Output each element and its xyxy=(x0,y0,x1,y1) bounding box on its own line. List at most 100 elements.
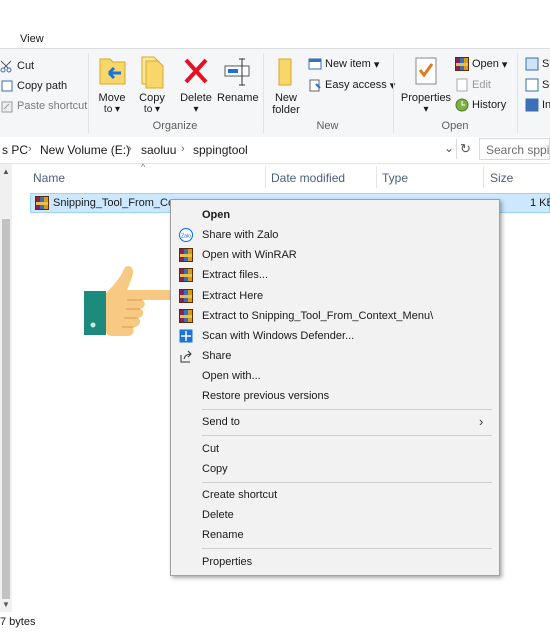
easy-access-label: Easy access xyxy=(325,79,387,91)
ribbon: Cut Copy path Paste shortcut Move to ▾ C… xyxy=(0,48,550,138)
copy-to-label: Copy xyxy=(139,92,165,104)
menu-item-label: Properties xyxy=(202,556,253,568)
copy-to-icon xyxy=(141,56,164,89)
copy-path-icon xyxy=(0,79,14,93)
delete-button[interactable]: Delete ▾ xyxy=(178,55,214,116)
sort-ascending-icon: ^ xyxy=(141,162,146,172)
group-separator xyxy=(263,53,264,133)
edit-label: Edit xyxy=(472,79,491,91)
new-folder-button[interactable]: New folder xyxy=(268,55,304,116)
menu-item-rename[interactable]: Rename xyxy=(171,525,499,545)
menu-item-restore-previous-versions[interactable]: Restore previous versions xyxy=(171,386,499,406)
menu-item-share[interactable]: Share xyxy=(171,346,499,366)
new-item-icon xyxy=(308,57,322,71)
invert-selection-icon xyxy=(525,98,539,112)
group-separator xyxy=(88,53,89,133)
properties-button[interactable]: Properties ▾ xyxy=(398,55,454,116)
history-button[interactable]: History xyxy=(455,96,506,114)
cut-button[interactable]: Cut xyxy=(0,57,34,75)
menu-item-open-with-winrar[interactable]: Open with WinRAR xyxy=(171,245,499,265)
column-divider[interactable] xyxy=(376,166,377,188)
menu-separator xyxy=(202,435,492,436)
select-all-button[interactable]: Se xyxy=(525,55,550,73)
breadcrumb-volume[interactable]: New Volume (E:) xyxy=(40,143,130,157)
menu-item-label: Create shortcut xyxy=(202,489,278,501)
paste-shortcut-icon xyxy=(0,99,14,113)
open-label: Open xyxy=(472,58,499,70)
navigation-pane-scrollbar[interactable]: ▲ ▼ xyxy=(0,164,12,612)
search-box[interactable]: Search sppin xyxy=(479,138,550,160)
chevron-right-icon: › xyxy=(128,143,132,155)
address-dropdown-icon[interactable]: ⌄ xyxy=(444,141,454,155)
address-bar[interactable]: s PC › New Volume (E:) › saoluu › spping… xyxy=(0,137,550,164)
defender-icon xyxy=(179,329,193,343)
menu-item-label: Send to xyxy=(202,416,240,428)
new-folder-label: New xyxy=(274,92,297,104)
invert-selection-button[interactable]: In xyxy=(525,96,550,114)
menu-item-delete[interactable]: Delete xyxy=(171,505,499,525)
menu-item-properties[interactable]: Properties xyxy=(171,552,499,572)
new-folder-icon xyxy=(278,58,292,86)
share-icon xyxy=(179,349,193,363)
open-button[interactable]: Open ▾ xyxy=(455,55,507,73)
menu-item-label: Share with Zalo xyxy=(202,229,279,241)
refresh-icon[interactable]: ↻ xyxy=(460,141,471,157)
column-type[interactable]: Type xyxy=(382,171,408,185)
column-divider[interactable] xyxy=(483,166,484,188)
breadcrumb-this-pc[interactable]: s PC xyxy=(2,143,28,157)
menu-item-label: Open with... xyxy=(202,370,261,382)
move-to-button[interactable]: Move to ▾ xyxy=(95,55,129,116)
select-none-button[interactable]: Se xyxy=(525,76,550,94)
paste-shortcut-button[interactable]: Paste shortcut xyxy=(0,97,87,115)
easy-access-button[interactable]: Easy access▾ xyxy=(308,76,395,94)
group-separator xyxy=(517,53,518,133)
copy-path-label: Copy path xyxy=(17,80,68,92)
pointing-hand-icon xyxy=(82,263,178,341)
edit-button[interactable]: Edit xyxy=(455,76,491,94)
menu-item-create-shortcut[interactable]: Create shortcut xyxy=(171,485,499,505)
select-all-icon xyxy=(525,57,539,71)
paste-shortcut-label: Paste shortcut xyxy=(17,100,88,112)
menu-item-label: Open xyxy=(202,209,231,221)
chevron-right-icon: › xyxy=(28,143,32,155)
context-menu: Open Zalo Share with Zalo Open with WinR… xyxy=(170,199,500,576)
copy-to-button[interactable]: Copy to ▾ xyxy=(135,55,169,116)
winrar-icon xyxy=(455,57,469,71)
cut-label: Cut xyxy=(17,60,35,72)
column-size[interactable]: Size xyxy=(490,171,513,185)
menu-item-extract-files[interactable]: Extract files... xyxy=(171,265,499,285)
column-name[interactable]: Name xyxy=(33,171,65,185)
menu-item-extract-here[interactable]: Extract Here xyxy=(171,286,499,306)
menu-item-label: Open with WinRAR xyxy=(202,249,297,261)
winrar-icon xyxy=(179,268,193,282)
menu-item-label: Rename xyxy=(202,529,244,541)
menu-item-label: Copy xyxy=(202,463,228,475)
properties-label: Properties xyxy=(400,92,452,104)
new-group-label: New xyxy=(316,120,339,132)
breadcrumb-sppingtool[interactable]: sppingtool xyxy=(193,143,248,157)
delete-label: Delete xyxy=(180,92,212,104)
menu-item-copy[interactable]: Copy xyxy=(171,459,499,479)
rename-button[interactable]: Rename xyxy=(217,55,259,104)
column-divider[interactable] xyxy=(265,166,266,188)
copy-path-button[interactable]: Copy path xyxy=(0,77,67,95)
menu-item-open[interactable]: Open xyxy=(171,205,499,225)
column-header-row: ^ Name Date modified Type Size xyxy=(0,162,550,190)
menu-item-extract-to-folder[interactable]: Extract to Snipping_Tool_From_Context_Me… xyxy=(171,306,499,326)
chevron-right-icon: › xyxy=(181,143,185,155)
new-item-button[interactable]: New item ▾ xyxy=(308,55,379,73)
scrollbar-thumb[interactable] xyxy=(2,219,10,599)
menu-item-cut[interactable]: Cut xyxy=(171,439,499,459)
menu-item-open-with[interactable]: Open with... xyxy=(171,366,499,386)
organize-group-label: Organize xyxy=(152,120,198,132)
column-date-modified[interactable]: Date modified xyxy=(271,171,345,185)
menu-item-share-with-zalo[interactable]: Zalo Share with Zalo xyxy=(171,225,499,245)
select-none-label: Se xyxy=(542,79,550,91)
menu-item-send-to[interactable]: Send to › xyxy=(171,412,499,432)
menu-item-label: Restore previous versions xyxy=(202,390,330,402)
breadcrumb-saoluu[interactable]: saoluu xyxy=(141,143,176,157)
tab-view[interactable]: View xyxy=(20,33,44,45)
scroll-down-arrow-icon[interactable]: ▼ xyxy=(2,600,10,609)
menu-item-scan-defender[interactable]: Scan with Windows Defender... xyxy=(171,326,499,346)
menu-separator xyxy=(202,409,492,410)
